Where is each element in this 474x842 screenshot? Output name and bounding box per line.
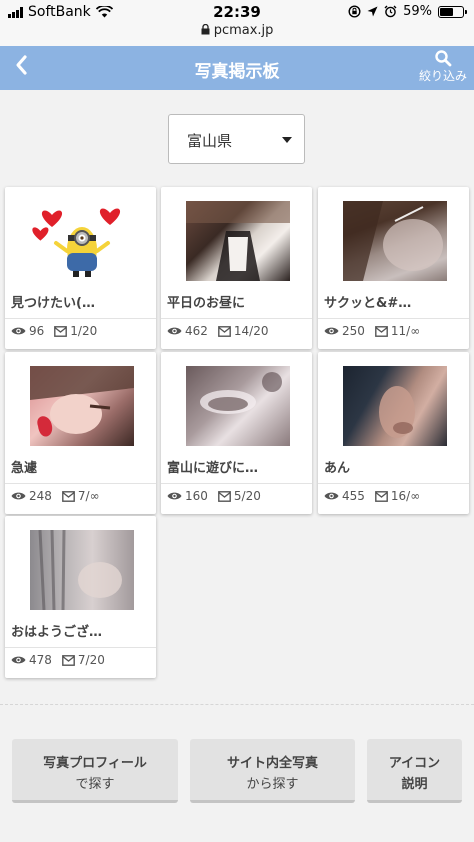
button-label: アイコン (388, 756, 441, 771)
app-header: 写真掲示板 絞り込み (0, 46, 474, 90)
address-bar[interactable]: pcmax.jp (0, 23, 474, 38)
rotation-lock-icon (348, 5, 361, 18)
divider (5, 483, 156, 484)
post-thumbnail (30, 201, 134, 281)
post-stats: 462 14/20 (167, 324, 269, 338)
post-thumbnail (186, 366, 290, 446)
post-title: あん (324, 461, 351, 476)
post-stats: 250 11/∞ (324, 324, 420, 338)
button-sublabel: 説明 (401, 777, 428, 792)
divider (318, 483, 469, 484)
filter-button[interactable]: 絞り込み (414, 49, 472, 84)
all-photos-search-button[interactable]: サイト内全写真 から探す (190, 739, 355, 803)
prefecture-value: 富山県 (187, 132, 233, 150)
message-count: 5/20 (233, 489, 261, 503)
divider (5, 318, 156, 319)
message-count: 1/20 (70, 324, 98, 338)
post-thumbnail (343, 201, 447, 281)
message-count: 11/∞ (390, 324, 421, 338)
mail-icon (62, 490, 75, 502)
location-icon (367, 6, 378, 17)
button-label: 写真プロフィール (43, 756, 147, 771)
post-title: 急遽 (11, 461, 38, 476)
divider (5, 647, 156, 648)
view-count: 250 (342, 324, 365, 338)
search-icon (414, 49, 472, 67)
message-count: 7/∞ (77, 489, 100, 503)
photo-profile-search-button[interactable]: 写真プロフィール で探す (12, 739, 178, 803)
status-bar: SoftBank 22:39 pcmax.jp 59% (0, 0, 474, 46)
button-sublabel: で探す (75, 777, 115, 792)
button-label: サイト内全写真 (226, 756, 318, 771)
post-title: 富山に遊びに… (167, 461, 259, 476)
mail-icon (375, 325, 388, 337)
eye-icon (324, 492, 339, 500)
eye-icon (11, 656, 26, 664)
prefecture-select[interactable]: 富山県 (168, 114, 305, 164)
post-title: 見つけたい(… (11, 296, 95, 311)
post-card[interactable]: 平日のお昼に 462 14/20 (161, 187, 312, 349)
post-stats: 478 7/20 (11, 653, 105, 667)
eye-icon (11, 492, 26, 500)
caret-down-icon (282, 137, 292, 143)
eye-icon (11, 327, 26, 335)
post-title: サクッと&#… (324, 296, 412, 311)
mail-icon (375, 490, 388, 502)
post-stats: 248 7/∞ (11, 489, 100, 503)
post-card[interactable]: 富山に遊びに… 160 5/20 (161, 352, 312, 514)
view-count: 96 (29, 324, 45, 338)
message-count: 7/20 (77, 653, 105, 667)
post-title: おはようござ… (11, 625, 103, 640)
status-indicators: 59% (348, 4, 467, 19)
view-count: 248 (29, 489, 52, 503)
post-card[interactable]: 急遽 248 7/∞ (5, 352, 156, 514)
lock-icon (201, 23, 210, 35)
divider (161, 318, 312, 319)
post-stats: 160 5/20 (167, 489, 261, 503)
post-thumbnail (186, 201, 290, 281)
view-count: 462 (185, 324, 208, 338)
divider (161, 483, 312, 484)
mail-icon (54, 325, 68, 337)
post-card[interactable]: あん 455 16/∞ (318, 352, 469, 514)
post-card[interactable]: 見つけたい(… 96 1/20 (5, 187, 156, 349)
mail-icon (62, 654, 75, 666)
post-stats: 96 1/20 (11, 324, 97, 338)
eye-icon (167, 327, 182, 335)
page-title: 写真掲示板 (194, 62, 280, 82)
message-count: 14/20 (233, 324, 269, 338)
mail-icon (218, 325, 231, 337)
alarm-icon (384, 5, 397, 18)
post-thumbnail (343, 366, 447, 446)
button-sublabel: から探す (246, 777, 299, 792)
icon-help-button[interactable]: アイコン 説明 (367, 739, 462, 803)
section-divider (0, 704, 474, 705)
post-title: 平日のお昼に (167, 296, 246, 311)
battery-icon (438, 5, 467, 18)
view-count: 160 (185, 489, 208, 503)
post-thumbnail (30, 366, 134, 446)
post-card[interactable]: おはようござ… 478 7/20 (5, 516, 156, 678)
post-card[interactable]: サクッと&#… 250 11/∞ (318, 187, 469, 349)
eye-icon (167, 492, 182, 500)
divider (318, 318, 469, 319)
view-count: 478 (29, 653, 52, 667)
filter-label: 絞り込み (418, 69, 467, 83)
message-count: 16/∞ (390, 489, 421, 503)
post-stats: 455 16/∞ (324, 489, 420, 503)
post-thumbnail (30, 530, 134, 610)
mail-icon (218, 490, 231, 502)
battery-percent: 59% (403, 4, 432, 19)
eye-icon (324, 327, 339, 335)
view-count: 455 (342, 489, 365, 503)
url-text: pcmax.jp (213, 23, 274, 38)
